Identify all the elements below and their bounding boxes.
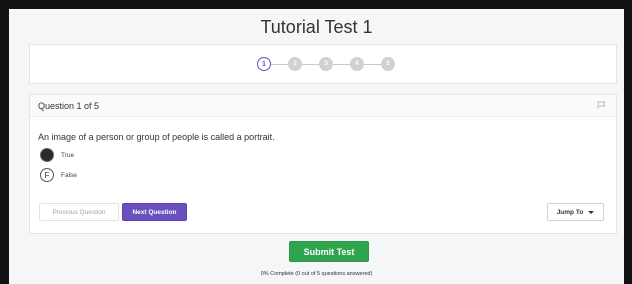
question-header: Question 1 of 5 bbox=[30, 95, 616, 117]
answer-option-false[interactable]: F False bbox=[40, 168, 77, 182]
completion-status: 0% Complete (0 out of 5 questions answer… bbox=[260, 271, 373, 277]
previous-question-button[interactable]: Previous Question bbox=[39, 203, 119, 221]
step-connector bbox=[364, 63, 381, 65]
next-question-button[interactable]: Next Question bbox=[122, 203, 187, 221]
step-connector bbox=[302, 63, 319, 65]
step-indicator: 1 2 3 4 5 bbox=[257, 55, 395, 73]
option-label-true: True bbox=[61, 151, 75, 159]
flag-icon[interactable] bbox=[597, 101, 607, 110]
step-1[interactable]: 1 bbox=[257, 57, 271, 71]
test-title: Tutorial Test 1 bbox=[260, 17, 373, 37]
question-text: An image of a person or group of people … bbox=[38, 132, 275, 142]
question-counter: Question 1 of 5 bbox=[38, 101, 100, 111]
radio-false[interactable]: F bbox=[40, 168, 54, 182]
test-page: Tutorial Test 1 1 2 3 4 5 Question 1 of … bbox=[9, 9, 624, 284]
caret-down-icon bbox=[588, 210, 595, 214]
jump-to-dropdown[interactable]: Jump To bbox=[547, 203, 604, 221]
question-card: Question 1 of 5 An image of a person or … bbox=[29, 94, 617, 234]
answer-option-true[interactable]: True bbox=[40, 148, 74, 162]
radio-true-selected[interactable] bbox=[40, 148, 54, 162]
jump-to-label: Jump To bbox=[556, 208, 584, 216]
step-connector bbox=[333, 63, 350, 65]
step-2[interactable]: 2 bbox=[288, 57, 302, 71]
step-5[interactable]: 5 bbox=[381, 57, 395, 71]
option-label-false: False bbox=[61, 171, 77, 179]
step-progress-card: 1 2 3 4 5 bbox=[29, 44, 617, 84]
step-4[interactable]: 4 bbox=[350, 57, 364, 71]
step-3[interactable]: 3 bbox=[319, 57, 333, 71]
step-connector bbox=[271, 63, 288, 65]
submit-test-button[interactable]: Submit Test bbox=[289, 241, 369, 262]
